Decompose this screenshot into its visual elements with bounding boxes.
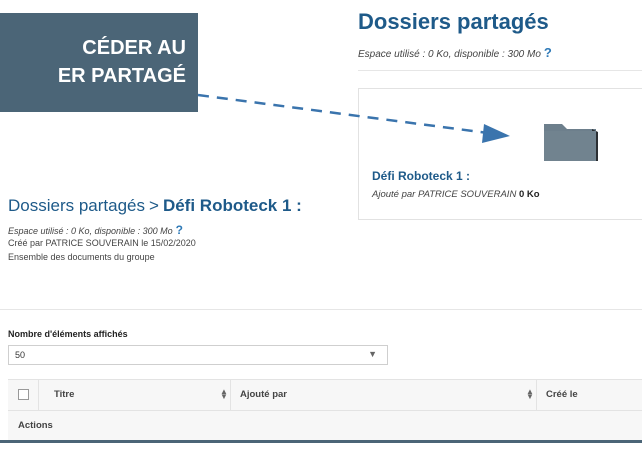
column-header-title[interactable]: Titre — [54, 389, 74, 400]
items-count-label: Nombre d'éléments affichés — [8, 329, 128, 339]
divider — [0, 309, 642, 310]
column-header-actions: Actions — [18, 420, 53, 431]
folder-card-meta: Ajouté par PATRICE SOUVERAIN 0 Ko — [372, 189, 540, 200]
folder-card-size: 0 Ko — [518, 189, 540, 200]
breadcrumb-separator: > — [149, 196, 159, 215]
folder-description: Ensemble des documents du groupe — [8, 252, 155, 262]
chevron-down-icon: ▼ — [368, 349, 377, 359]
storage-usage-text: Espace utilisé : 0 Ko, disponible : 300 … — [358, 49, 541, 60]
callout-line-2: ER PARTAGÉ — [57, 65, 186, 87]
folder-icon[interactable] — [542, 118, 600, 163]
column-header-added-by[interactable]: Ajouté par — [240, 389, 287, 400]
breadcrumb-parent-link[interactable]: Dossiers partagés — [8, 196, 145, 215]
divider — [358, 70, 642, 71]
sort-icon[interactable]: ▲ ▼ — [220, 388, 228, 401]
column-divider — [38, 380, 39, 410]
question-mark-icon[interactable]: ? — [176, 223, 183, 237]
callout-line-1: CÉDER AU — [82, 37, 186, 59]
items-count-value: 50 — [15, 350, 26, 360]
folder-storage-usage: Espace utilisé : 0 Ko, disponible : 300 … — [8, 223, 183, 237]
sort-icon[interactable]: ▲ ▼ — [526, 388, 534, 401]
select-all-checkbox[interactable] — [18, 389, 29, 400]
column-header-created[interactable]: Créé le — [546, 389, 578, 400]
storage-usage: Espace utilisé : 0 Ko, disponible : 300 … — [358, 45, 552, 60]
table-header: Titre ▲ ▼ Ajouté par ▲ ▼ Créé le — [8, 379, 642, 411]
bottom-border — [0, 440, 642, 443]
question-mark-icon[interactable]: ? — [544, 45, 552, 60]
callout-box: CÉDER AU ER PARTAGÉ — [0, 13, 198, 112]
created-info: Créé par PATRICE SOUVERAIN le 15/02/2020 — [8, 238, 196, 248]
folder-storage-usage-text: Espace utilisé : 0 Ko, disponible : 300 … — [8, 226, 173, 236]
column-divider — [230, 380, 231, 410]
page-title: Dossiers partagés — [358, 9, 549, 34]
items-count-select[interactable]: 50 ▼ — [8, 345, 388, 365]
folder-card-title[interactable]: Défi Roboteck 1 : — [372, 169, 470, 183]
table-actions-header: Actions — [8, 411, 642, 441]
folder-card-added-by: Ajouté par PATRICE SOUVERAIN — [372, 189, 517, 200]
breadcrumb: Dossiers partagés > Défi Roboteck 1 : — [8, 196, 302, 216]
column-divider — [536, 380, 537, 410]
breadcrumb-current: Défi Roboteck 1 : — [162, 196, 302, 215]
